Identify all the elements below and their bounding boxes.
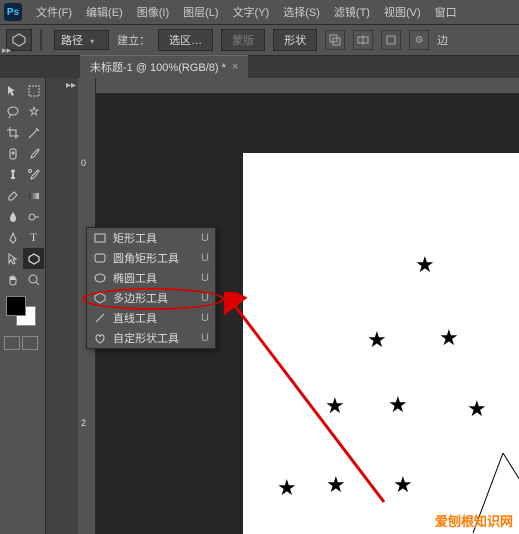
menu-type[interactable]: 文字(Y) [227, 2, 276, 22]
ruler-tick: 0 [81, 158, 86, 168]
color-swatches[interactable] [2, 294, 43, 330]
rectangle-icon [93, 231, 107, 245]
history-brush-tool[interactable] [23, 164, 44, 185]
flyout-label: 椭圆工具 [113, 270, 189, 286]
shape-button[interactable]: 形状 [273, 29, 317, 51]
build-label: 建立： [117, 32, 150, 48]
stamp-tool[interactable] [2, 164, 23, 185]
menu-image[interactable]: 图像(I) [131, 2, 175, 22]
mask-button[interactable]: 蒙版 [221, 29, 265, 51]
flyout-shortcut: U [195, 312, 209, 324]
gradient-tool[interactable] [23, 185, 44, 206]
move-tool[interactable] [2, 80, 23, 101]
menu-view[interactable]: 视图(V) [378, 2, 427, 22]
menu-select[interactable]: 选择(S) [277, 2, 326, 22]
flyout-rectangle[interactable]: 矩形工具 U [87, 228, 215, 248]
star-shape: ★ [388, 392, 408, 418]
flyout-label: 矩形工具 [113, 230, 189, 246]
flyout-shortcut: U [195, 292, 209, 304]
quickmask-icon[interactable] [4, 336, 20, 350]
flyout-ellipse[interactable]: 椭圆工具 U [87, 268, 215, 288]
selection-button[interactable]: 选区… [158, 29, 213, 51]
flyout-shortcut: U [195, 232, 209, 244]
flyout-shortcut: U [195, 332, 209, 344]
menu-layer[interactable]: 图层(L) [177, 2, 224, 22]
flyout-label: 自定形状工具 [113, 330, 189, 346]
star-shape: ★ [467, 396, 487, 422]
star-shape: ★ [326, 472, 346, 498]
zoom-tool[interactable] [23, 269, 44, 290]
star-shape: ★ [325, 393, 345, 419]
wand-tool[interactable] [23, 101, 44, 122]
options-bar: 路径 ▾ 建立： 选区… 蒙版 形状 ⚙ 边 [0, 24, 519, 56]
settings-icon[interactable]: ⚙ [409, 30, 429, 50]
star-shape: ★ [367, 327, 387, 353]
flyout-polygon[interactable]: 多边形工具 U [87, 288, 215, 308]
pen-tool[interactable] [2, 227, 23, 248]
rounded-rect-icon [93, 251, 107, 265]
document-tab-bar: 未标题-1 @ 100%(RGB/8) * × [0, 56, 519, 78]
document-tab[interactable]: 未标题-1 @ 100%(RGB/8) * × [80, 55, 248, 78]
tab-close-icon[interactable]: × [232, 61, 238, 73]
panel-gutter: ▸▸ [46, 78, 78, 534]
flyout-label: 圆角矩形工具 [113, 250, 189, 266]
document-canvas[interactable]: ★ ★ ★ ★ ★ ★ ★ ★ ★ [243, 153, 519, 534]
toolbox: T [0, 78, 46, 534]
eraser-tool[interactable] [2, 185, 23, 206]
star-shape: ★ [393, 472, 413, 498]
path-op-icon-2[interactable] [353, 30, 373, 50]
flyout-custom-shape[interactable]: 自定形状工具 U [87, 328, 215, 348]
horizontal-ruler [96, 78, 519, 94]
tab-title: 未标题-1 @ 100%(RGB/8) * [90, 59, 226, 75]
ruler-tick: 2 [81, 418, 86, 428]
flyout-shortcut: U [195, 252, 209, 264]
flyout-rounded-rect[interactable]: 圆角矩形工具 U [87, 248, 215, 268]
hexagon-icon [12, 33, 26, 47]
line-icon [93, 311, 107, 325]
shape-tool[interactable] [23, 248, 44, 269]
screenmode-icon[interactable] [22, 336, 38, 350]
ellipse-icon [93, 271, 107, 285]
flyout-shortcut: U [195, 272, 209, 284]
star-shape: ★ [277, 475, 297, 501]
flyout-label: 多边形工具 [113, 290, 189, 306]
flyout-label: 直线工具 [113, 310, 189, 326]
star-shape: ★ [439, 325, 459, 351]
shape-tool-flyout: 矩形工具 U 圆角矩形工具 U 椭圆工具 U 多边形工具 U 直线工具 U 自定… [86, 227, 216, 349]
main-area: T ▸▸ 0 2 ★ ★ ★ ★ ★ ★ [0, 78, 519, 534]
type-tool[interactable]: T [23, 227, 44, 248]
foreground-color[interactable] [6, 296, 26, 316]
sides-label: 边 [437, 32, 448, 48]
mode-select[interactable]: 路径 ▾ [54, 30, 109, 50]
menu-file[interactable]: 文件(F) [30, 2, 78, 22]
crop-tool[interactable] [2, 122, 23, 143]
eyedropper-tool[interactable] [23, 122, 44, 143]
separator [40, 29, 46, 51]
chevron-right-icon[interactable]: ▸▸ [66, 80, 76, 91]
path-op-icon-1[interactable] [325, 30, 345, 50]
menu-bar: Ps 文件(F) 编辑(E) 图像(I) 图层(L) 文字(Y) 选择(S) 滤… [0, 0, 519, 24]
path-op-icon-3[interactable] [381, 30, 401, 50]
custom-shape-icon [93, 331, 107, 345]
flyout-line[interactable]: 直线工具 U [87, 308, 215, 328]
menu-filter[interactable]: 滤镜(T) [328, 2, 376, 22]
polygon-icon [93, 291, 107, 305]
brush-tool[interactable] [23, 143, 44, 164]
lasso-tool[interactable] [2, 101, 23, 122]
blur-tool[interactable] [2, 206, 23, 227]
hand-tool[interactable] [2, 269, 23, 290]
star-shape: ★ [415, 252, 435, 278]
app-logo: Ps [4, 3, 22, 21]
path-select-tool[interactable] [2, 248, 23, 269]
menu-edit[interactable]: 编辑(E) [80, 2, 129, 22]
heal-tool[interactable] [2, 143, 23, 164]
watermark-text: 爱刨根知识网 [435, 511, 513, 530]
dodge-tool[interactable] [23, 206, 44, 227]
marquee-tool[interactable] [23, 80, 44, 101]
menu-window[interactable]: 窗口 [429, 2, 463, 22]
panel-chevron-icon[interactable]: ▸▸ [2, 45, 11, 56]
